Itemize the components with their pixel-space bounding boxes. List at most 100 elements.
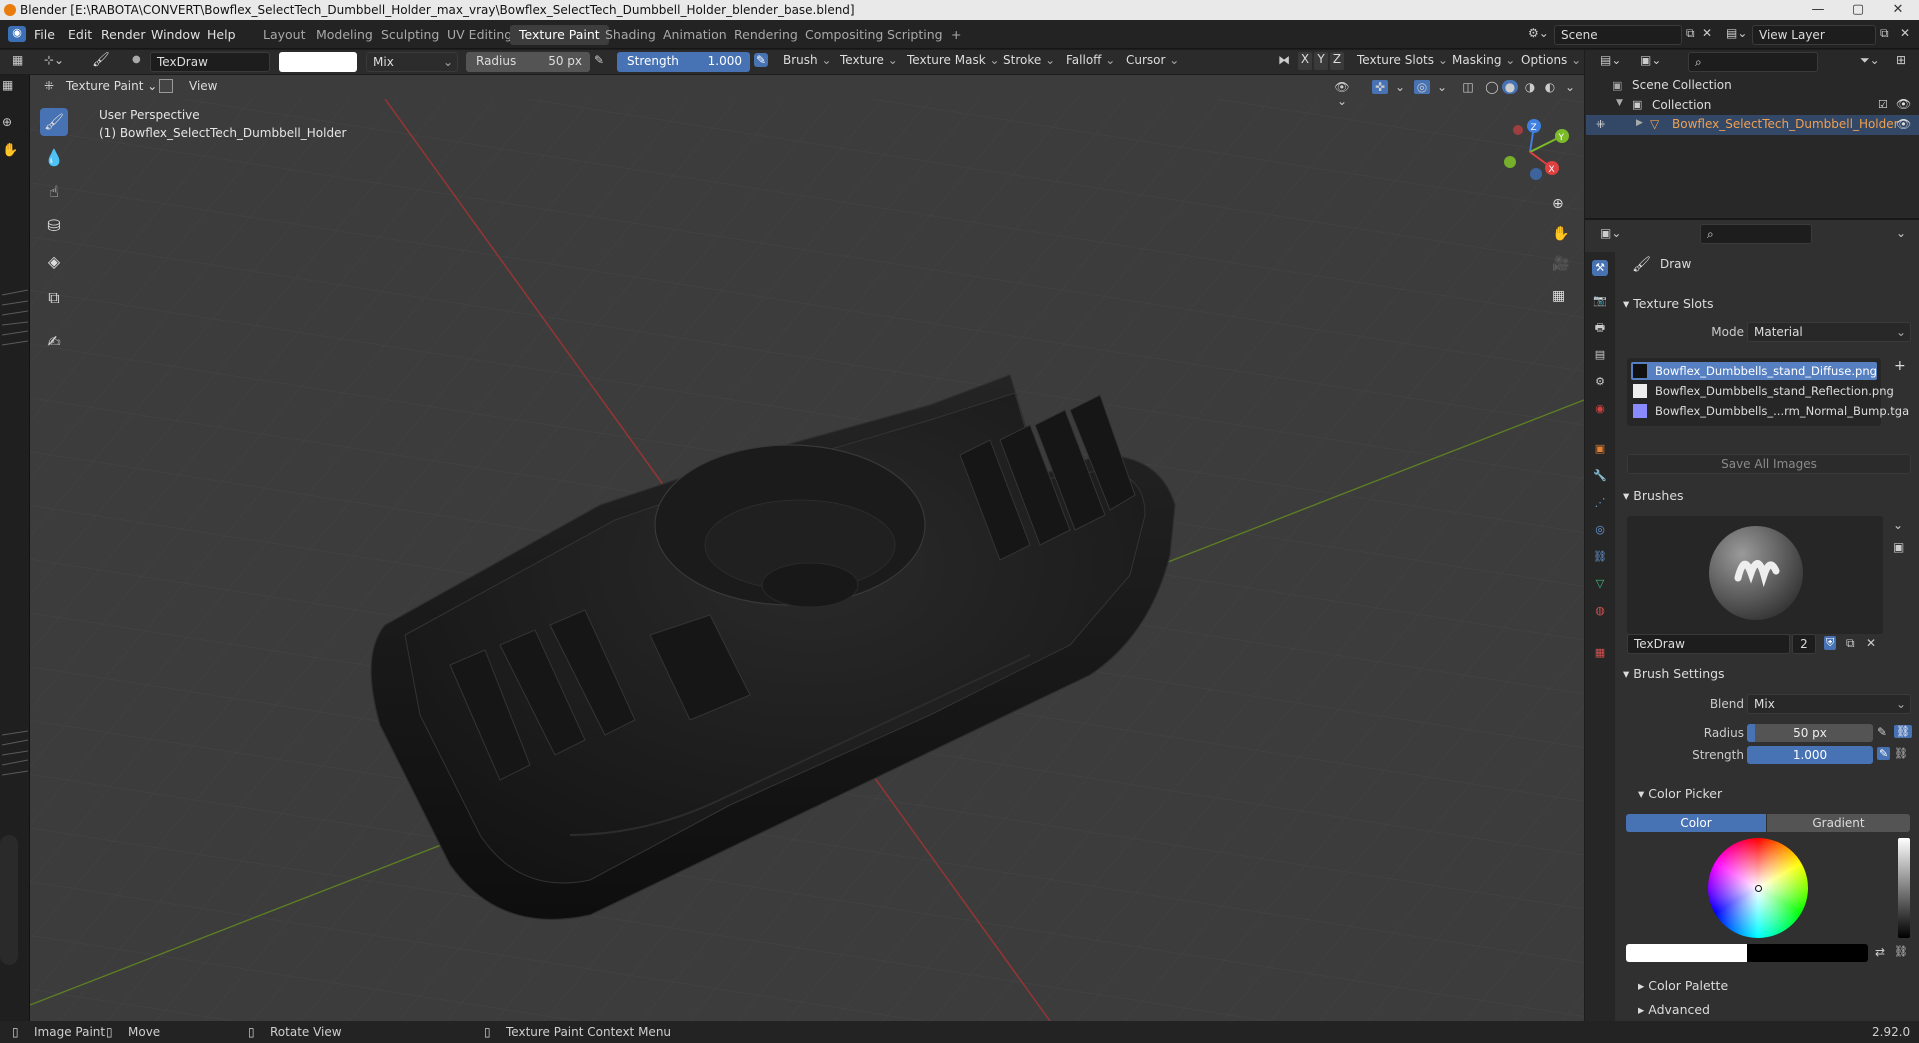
mirror-x-toggle[interactable]: X <box>1298 52 1312 70</box>
mirror-z-toggle[interactable]: Z <box>1330 52 1344 70</box>
view-layer-selector[interactable]: View Layer <box>1752 25 1876 45</box>
strength-field[interactable]: 1.000 <box>1747 746 1873 764</box>
strength-unified-icon[interactable]: ⛓ <box>1894 747 1908 760</box>
fake-user-icon[interactable]: ⛨ <box>1824 636 1837 650</box>
add-slot-icon[interactable]: + <box>1894 358 1906 374</box>
outliner-search-input[interactable]: ⌕ <box>1688 52 1818 72</box>
view-layer-tab-icon[interactable]: ▤ <box>1592 347 1608 363</box>
tab-scripting[interactable]: Scripting <box>878 25 952 45</box>
brush-settings-panel-header[interactable]: ▾ Brush Settings <box>1623 666 1725 688</box>
symmetry-icon[interactable]: ⧓ <box>1278 53 1290 67</box>
new-scene-icon[interactable]: ⧉ <box>1686 26 1695 41</box>
scene-selector[interactable]: Scene <box>1554 25 1682 45</box>
brush-users-count[interactable]: 2 <box>1792 634 1816 654</box>
radius-unified-icon[interactable]: ⛓ <box>1894 725 1912 738</box>
texture-slots-panel-header[interactable]: ▾ Texture Slots <box>1623 296 1713 318</box>
scene-tab-icon[interactable]: ⚙ <box>1592 374 1608 390</box>
color-tab[interactable]: Color <box>1626 814 1766 832</box>
soften-tool[interactable]: 💧 <box>40 144 68 172</box>
properties-search-input[interactable]: ⌕ <box>1700 224 1812 244</box>
collection-visibility-icon[interactable]: 👁 <box>1896 97 1911 111</box>
texture-slot-item[interactable]: Bowflex_Dumbbells_stand_Diffuse.png <box>1655 364 1877 378</box>
view-layer-icon[interactable]: ▤⌄ <box>1726 26 1747 40</box>
collection-checkbox[interactable]: ☑ <box>1878 98 1888 111</box>
brush-menu[interactable]: Brush <box>783 53 832 71</box>
radius-slider[interactable]: Radius 50 px <box>466 52 590 72</box>
add-workspace-button[interactable]: + <box>942 25 970 45</box>
brush-name-input[interactable]: TexDraw <box>1627 634 1790 654</box>
tab-modeling[interactable]: Modeling <box>307 25 382 45</box>
menu-help[interactable]: Help <box>207 27 236 42</box>
camera-icon[interactable]: 🎥 <box>1552 256 1569 272</box>
stroke-menu[interactable]: Stroke <box>1003 53 1055 71</box>
tab-sculpting[interactable]: Sculpting <box>372 25 448 45</box>
gizmo-menu-icon[interactable]: ⌄ <box>1392 80 1408 94</box>
tab-layout[interactable]: Layout <box>254 25 315 45</box>
radius-pressure-icon[interactable]: ✎ <box>594 53 604 67</box>
material-tab-icon[interactable]: ◍ <box>1592 603 1608 619</box>
save-all-images-button[interactable]: Save All Images <box>1627 454 1911 474</box>
new-view-layer-icon[interactable]: ⧉ <box>1880 26 1889 41</box>
strip-zoom-icon[interactable]: ⊕ <box>2 115 12 129</box>
swap-colors-icon[interactable]: ⇄ <box>1875 945 1885 959</box>
menu-edit[interactable]: Edit <box>68 27 92 42</box>
3d-viewport[interactable] <box>30 75 1584 1021</box>
mask-tool[interactable]: ⧉ <box>40 284 68 312</box>
overlay-menu-icon[interactable]: ⌄ <box>1434 80 1450 94</box>
color-palette-panel-header[interactable]: ▸ Color Palette <box>1638 978 1728 1000</box>
color-unified-icon[interactable]: ⛓ <box>1894 945 1908 958</box>
outliner-editor-icon[interactable]: ▤⌄ <box>1600 53 1621 67</box>
outliner-scene-collection[interactable]: Scene Collection <box>1632 78 1732 92</box>
solid-shading-icon[interactable]: ● <box>1502 80 1518 94</box>
strength-pressure-icon[interactable]: ✎ <box>754 53 769 67</box>
radius-field[interactable]: 50 px <box>1747 724 1873 742</box>
gradient-tab[interactable]: Gradient <box>1767 814 1910 832</box>
material-shading-icon[interactable]: ◑ <box>1522 80 1538 94</box>
properties-options-icon[interactable]: ⌄ <box>1896 226 1906 240</box>
annotate-tool[interactable]: ✍ <box>40 328 68 356</box>
texture-mode-dropdown[interactable]: Material ⌄ <box>1747 322 1911 342</box>
minimize-button[interactable]: — <box>1798 0 1838 20</box>
zoom-icon[interactable]: ⊕ <box>1552 196 1564 212</box>
object-tab-icon[interactable]: ▣ <box>1592 441 1608 457</box>
primary-secondary-color[interactable] <box>1626 944 1868 962</box>
physics-tab-icon[interactable]: ◎ <box>1592 522 1608 538</box>
properties-editor-icon[interactable]: ▣⌄ <box>1600 226 1621 240</box>
strip-editor-icon[interactable]: ▦ <box>2 78 13 92</box>
collection-expand-icon[interactable]: ▼ <box>1616 98 1623 108</box>
color-wheel-cursor[interactable] <box>1755 885 1762 892</box>
clone-tool[interactable]: ⛁ <box>40 212 68 240</box>
duplicate-brush-icon[interactable]: ⧉ <box>1846 636 1855 651</box>
constraints-tab-icon[interactable]: ⛓ <box>1592 549 1608 565</box>
tab-uv-editing[interactable]: UV Editing <box>438 25 521 45</box>
brush-browse-icon[interactable]: ▣ <box>1893 540 1904 554</box>
tool-tab-icon[interactable]: ⚒ <box>1592 260 1608 276</box>
navigation-gizmo[interactable]: Z Y X <box>1490 112 1570 192</box>
maximize-button[interactable]: ▢ <box>1838 0 1878 20</box>
blend-dropdown[interactable]: Mix ⌄ <box>1747 694 1911 714</box>
scene-icon[interactable]: ⚙⌄ <box>1528 26 1549 40</box>
pan-hand-icon[interactable]: ✋ <box>1552 226 1569 242</box>
new-collection-icon[interactable]: ⊞ <box>1896 53 1906 67</box>
outliner-filter-icon[interactable]: ⏷⌄ <box>1860 53 1880 68</box>
outliner-display-icon[interactable]: ▣⌄ <box>1640 53 1661 67</box>
tab-texture-paint[interactable]: Texture Paint <box>510 25 609 45</box>
options-menu[interactable]: Options <box>1521 53 1581 71</box>
smear-tool[interactable]: ☝ <box>40 178 68 206</box>
radius-pressure-toggle-icon[interactable]: ✎ <box>1877 725 1887 739</box>
texture-slot-item[interactable]: Bowflex_Dumbbells_stand_Reflection.png <box>1655 384 1894 398</box>
texture-slots-menu[interactable]: Texture Slots <box>1357 53 1448 71</box>
ortho-grid-icon[interactable]: ▦ <box>1552 288 1565 304</box>
brush-name-field[interactable]: TexDraw <box>150 52 270 72</box>
data-tab-icon[interactable]: ▽ <box>1592 576 1608 592</box>
outliner-object-name[interactable]: Bowflex_SelectTech_Dumbbell_Holder <box>1672 117 1899 131</box>
brush-color-swatch[interactable] <box>279 52 357 72</box>
shading-menu-icon[interactable]: ⌄ <box>1562 80 1578 94</box>
menu-window[interactable]: Window <box>151 27 200 42</box>
output-tab-icon[interactable]: 🖶 <box>1592 320 1608 336</box>
particles-tab-icon[interactable]: ⋰ <box>1592 495 1608 511</box>
outliner-collection[interactable]: Collection <box>1652 98 1711 112</box>
delete-scene-icon[interactable]: ✕ <box>1702 26 1712 40</box>
falloff-menu[interactable]: Falloff <box>1066 53 1115 71</box>
mode-selector[interactable]: Texture Paint ⌄ <box>66 79 157 93</box>
